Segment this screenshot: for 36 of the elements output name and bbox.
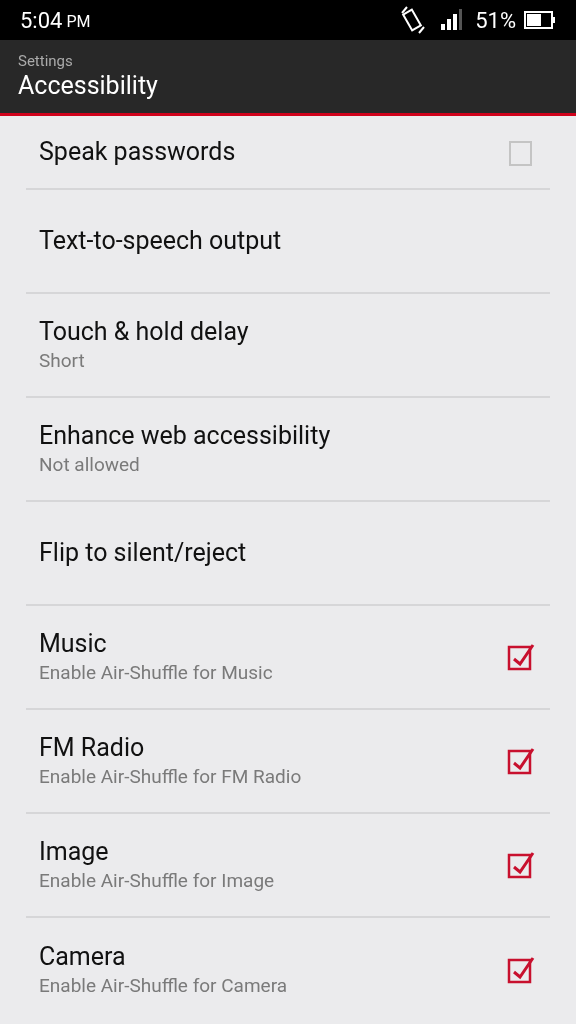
setting-summary: Enable Air-Shuffle for Image (39, 868, 276, 894)
checkbox[interactable] (507, 746, 537, 776)
checkbox[interactable] (507, 642, 537, 672)
setting-title: FM Radio (39, 732, 146, 764)
settings-row[interactable]: Image Enable Air-Shuffle for Image (26, 814, 550, 918)
setting-title: Flip to silent/reject (39, 537, 248, 569)
settings-row[interactable]: FM Radio Enable Air-Shuffle for FM Radio (26, 710, 550, 814)
clock-period: PM (66, 11, 91, 33)
battery-icon (524, 11, 556, 29)
setting-title: Touch & hold delay (39, 316, 250, 348)
checkbox[interactable] (507, 850, 537, 880)
settings-row[interactable]: Touch & hold delay Short (26, 294, 550, 398)
battery-percent: 51% (475, 6, 516, 35)
setting-summary: Not allowed (39, 452, 141, 478)
settings-row[interactable]: Camera Enable Air-Shuffle for Camera (26, 918, 550, 1022)
setting-summary: Enable Air-Shuffle for Music (39, 660, 274, 686)
setting-summary: Enable Air-Shuffle for FM Radio (39, 764, 303, 790)
breadcrumb: Settings (18, 51, 74, 70)
setting-title: Speak passwords (39, 136, 237, 168)
screen-title: Accessibility (18, 69, 159, 102)
setting-title: Enhance web accessibility (39, 420, 332, 452)
settings-row[interactable]: Text-to-speech output (26, 190, 550, 294)
signal-icon (439, 9, 464, 31)
settings-row[interactable]: Enhance web accessibility Not allowed (26, 398, 550, 502)
setting-title: Image (39, 836, 110, 868)
setting-summary: Short (39, 348, 86, 374)
settings-row[interactable]: Flip to silent/reject (26, 502, 550, 606)
clock: 5:04 (20, 6, 63, 35)
setting-title: Music (39, 628, 108, 660)
vibrate-icon (399, 5, 428, 35)
checkbox[interactable] (507, 955, 537, 985)
setting-title: Camera (39, 941, 127, 973)
settings-row[interactable]: Music Enable Air-Shuffle for Music (26, 606, 550, 710)
settings-row[interactable]: Speak passwords (26, 116, 550, 190)
setting-title: Text-to-speech output (39, 225, 283, 257)
setting-summary: Enable Air-Shuffle for Camera (39, 973, 289, 999)
